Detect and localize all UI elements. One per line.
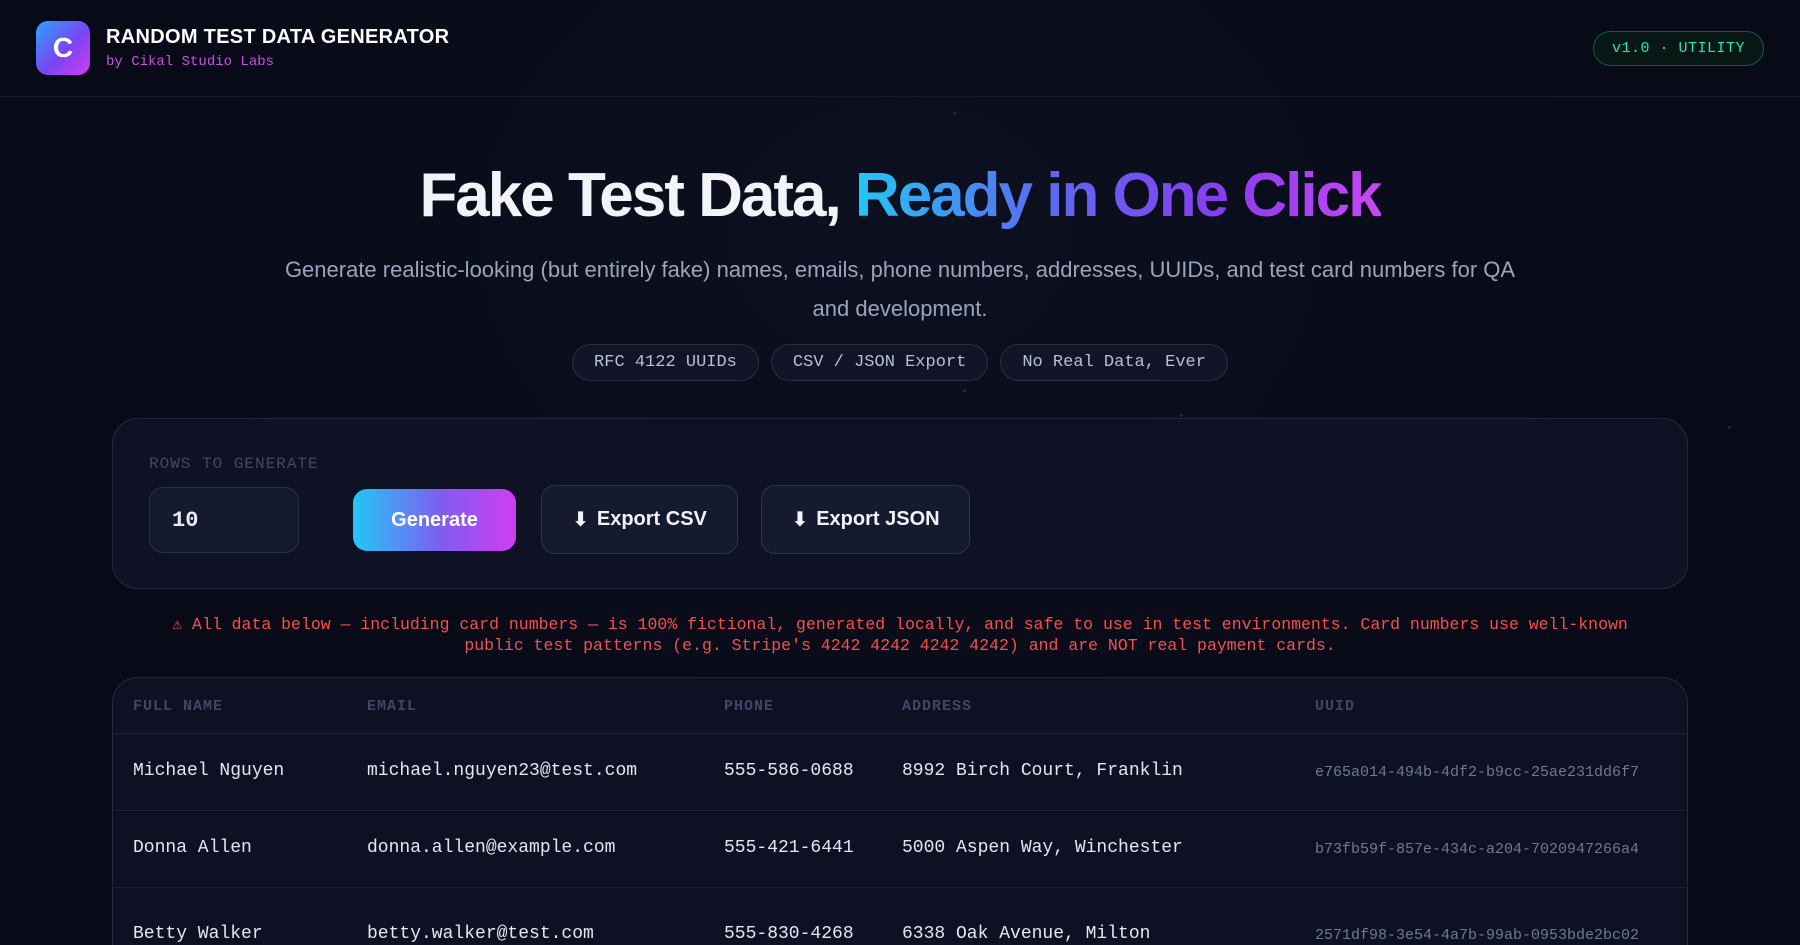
rows-label: ROWS TO GENERATE: [149, 455, 319, 473]
cell-phone: 555-586-0688: [724, 761, 854, 781]
column-header-phone[interactable]: PHONE: [724, 698, 774, 715]
cell-uuid: b73fb59f-857e-434c-a204-7020947266a4: [1315, 841, 1640, 858]
feature-chips: RFC 4122 UUIDs CSV / JSON Export No Real…: [0, 344, 1800, 381]
app-title: RANDOM TEST DATA GENERATOR: [106, 26, 450, 48]
cell-uuid: 2571df98-3e54-4a7b-99ab-0953bde2bc02: [1315, 927, 1640, 944]
cell-phone: 555-830-4268: [724, 924, 854, 944]
brand: RANDOM TEST DATA GENERATOR by Cikal Stud…: [106, 26, 449, 70]
cell-full-name: Betty Walker: [133, 924, 263, 944]
hero-title: Fake Test Data, Ready in One Click: [0, 160, 1800, 231]
version-badge: v1.0 · UTILITY: [1592, 31, 1764, 66]
cell-email: donna.allen@example.com: [367, 838, 616, 858]
cell-address: 8992 Birch Court, Franklin: [902, 761, 1183, 781]
column-header-full-name[interactable]: FULL NAME: [133, 698, 223, 715]
app-logo: C: [36, 21, 90, 75]
cell-email: betty.walker@test.com: [367, 924, 594, 944]
column-header-address[interactable]: ADDRESS: [902, 698, 972, 715]
generate-button[interactable]: Generate: [353, 489, 516, 551]
cell-address: 5000 Aspen Way, Winchester: [902, 838, 1183, 858]
chip-uuids: RFC 4122 UUIDs: [572, 344, 759, 381]
table-row[interactable]: Michael Nguyen michael.nguyen23@test.com…: [113, 734, 1687, 811]
download-icon: ⬇: [572, 509, 589, 531]
cell-full-name: Michael Nguyen: [133, 761, 285, 781]
chip-no-real-data: No Real Data, Ever: [1000, 344, 1228, 381]
table-header: FULL NAME EMAIL PHONE ADDRESS UUID: [113, 678, 1687, 734]
export-json-button[interactable]: ⬇ Export JSON: [761, 485, 970, 554]
download-icon: ⬇: [791, 509, 809, 531]
hero-title-highlight: Ready in One Click: [854, 161, 1383, 230]
fictional-data-warning: ⚠ All data below — including card number…: [172, 615, 1628, 655]
export-csv-button[interactable]: ⬇ Export CSV: [541, 485, 738, 554]
cell-full-name: Donna Allen: [133, 838, 252, 858]
rows-input[interactable]: [149, 487, 299, 553]
top-bar: C RANDOM TEST DATA GENERATOR by Cikal St…: [0, 0, 1800, 97]
cell-email: michael.nguyen23@test.com: [367, 761, 638, 781]
logo-letter: C: [52, 32, 74, 63]
column-header-uuid[interactable]: UUID: [1315, 698, 1355, 715]
column-header-email[interactable]: EMAIL: [367, 698, 417, 715]
export-json-label: Export JSON: [816, 508, 940, 530]
export-csv-label: Export CSV: [596, 508, 707, 530]
cell-phone: 555-421-6441: [724, 838, 854, 858]
cell-address: 6338 Oak Avenue, Milton: [902, 924, 1151, 944]
hero-description: Generate realistic-looking (but entirely…: [284, 257, 1516, 321]
data-table: FULL NAME EMAIL PHONE ADDRESS UUID Micha…: [112, 677, 1688, 945]
control-panel: ROWS TO GENERATE Generate ⬇ Export CSV ⬇…: [112, 418, 1688, 589]
chip-export: CSV / JSON Export: [770, 344, 989, 381]
hero-title-plain: Fake Test Data,: [419, 161, 855, 230]
table-row[interactable]: Betty Walker betty.walker@test.com 555-8…: [113, 888, 1687, 945]
table-row[interactable]: Donna Allen donna.allen@example.com 555-…: [113, 811, 1687, 888]
cell-uuid: e765a014-494b-4df2-b9cc-25ae231dd6f7: [1315, 764, 1640, 781]
app-subtitle: by Cikal Studio Labs: [106, 54, 275, 70]
